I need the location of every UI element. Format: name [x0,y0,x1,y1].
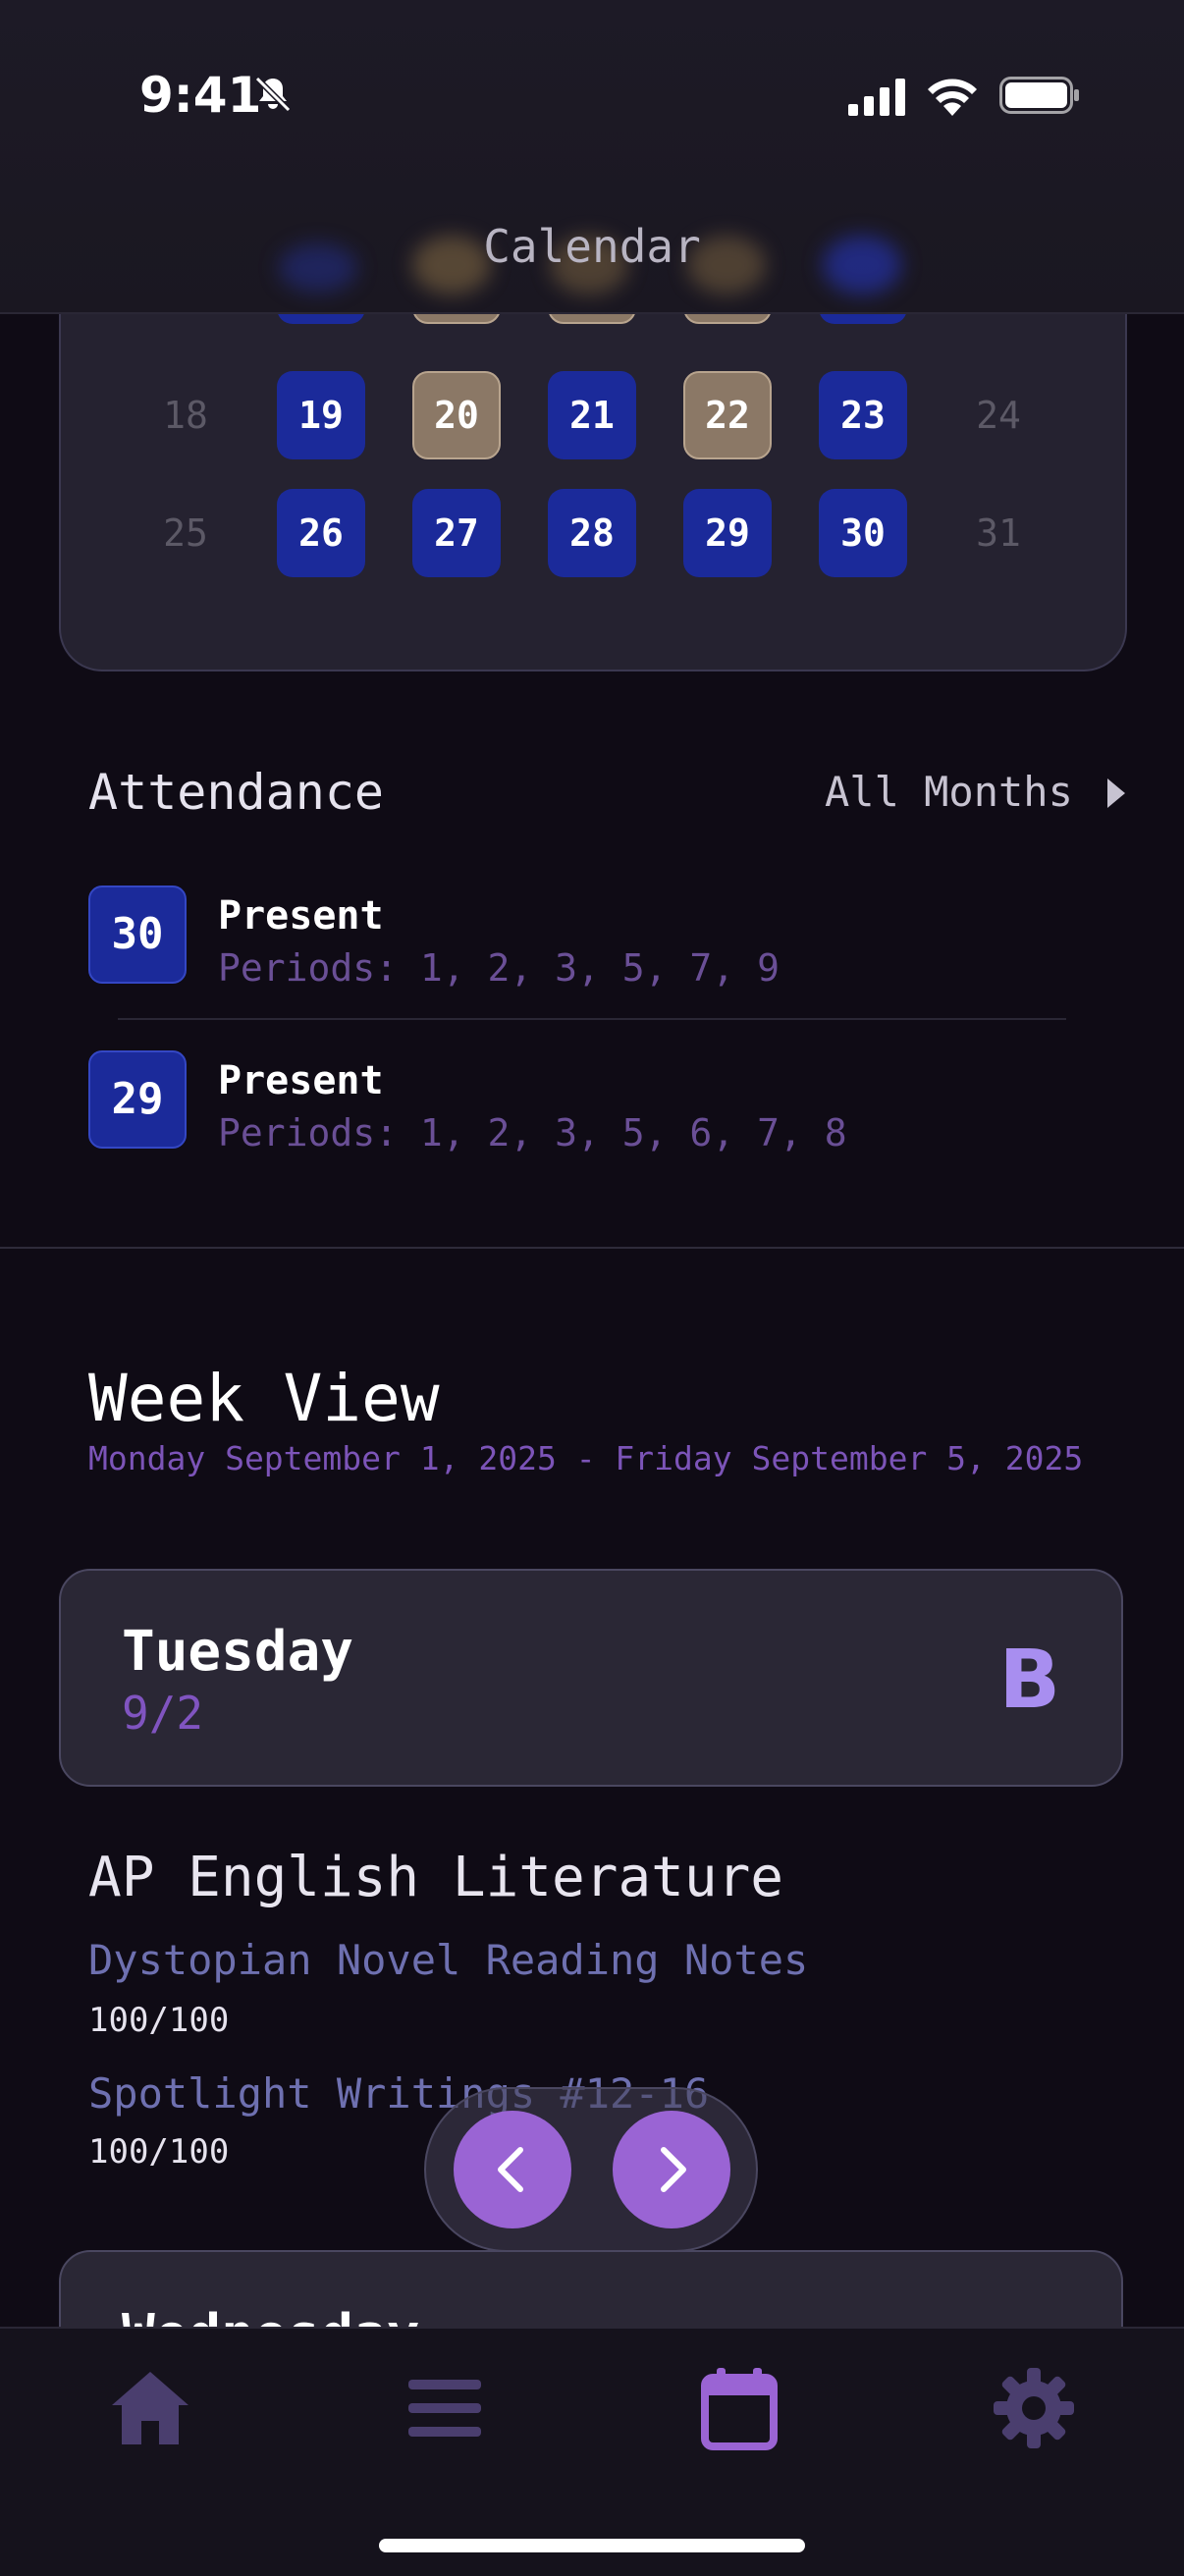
calendar-day[interactable]: 18 [141,371,230,459]
page-title: Calendar [483,220,701,273]
attendance-status: Present [218,893,384,939]
previous-week-button[interactable] [454,2111,571,2228]
week-range: Monday September 1, 2025 - Friday Septem… [88,1439,1084,1477]
calendar-day[interactable]: 22 [683,371,772,459]
assignment-score: 100/100 [88,2132,230,2172]
header-bar: 9:41 Calendar [0,0,1184,314]
home-icon[interactable] [106,2364,194,2452]
all-months-link[interactable]: All Months [825,768,1127,816]
battery-icon [999,77,1079,114]
attendance-status: Present [218,1058,384,1103]
attendance-day-badge: 30 [88,886,187,984]
calendar-day[interactable]: 30 [819,489,907,577]
attendance-periods: Periods: 1, 2, 3, 5, 6, 7, 8 [218,1111,847,1154]
wifi-icon [928,79,977,116]
attendance-title: Attendance [88,764,385,821]
calendar-day[interactable]: 31 [954,489,1043,577]
calendar-day[interactable]: 28 [548,489,636,577]
day-card-tuesday[interactable]: Tuesday 9/2 B [59,1569,1123,1787]
assignment-title[interactable]: Dystopian Novel Reading Notes [88,1936,808,1984]
calendar-day[interactable]: 19 [277,371,365,459]
caret-right-icon [1107,778,1126,808]
divider [118,1018,1066,1020]
next-week-button[interactable] [613,2111,730,2228]
week-nav-pill [424,2087,758,2252]
day-letter: B [998,1634,1060,1727]
calendar-day[interactable]: 21 [548,371,636,459]
chevron-left-icon [498,2147,523,2192]
calendar-icon[interactable] [695,2364,783,2452]
calendar-day[interactable]: 23 [819,371,907,459]
assignment-score: 100/100 [88,2001,230,2040]
class-title: AP English Literature [88,1846,784,1909]
list-icon[interactable] [401,2364,489,2452]
attendance-periods: Periods: 1, 2, 3, 5, 7, 9 [218,946,780,990]
section-divider [0,1247,1184,1249]
all-months-label: All Months [825,768,1073,816]
home-indicator [379,2539,805,2552]
calendar-day[interactable]: 24 [954,371,1043,459]
settings-icon[interactable] [990,2364,1078,2452]
day-date: 9/2 [122,1687,204,1740]
chevron-right-icon [661,2147,686,2192]
calendar-day[interactable]: 27 [412,489,501,577]
bell-slash-icon [254,76,292,113]
calendar-day[interactable]: 26 [277,489,365,577]
status-time: 9:41 [139,67,262,124]
signal-icon [848,79,905,116]
attendance-day-badge: 29 [88,1050,187,1149]
day-name: Tuesday [122,1620,354,1684]
calendar-day[interactable]: 25 [141,489,230,577]
calendar-day[interactable]: 29 [683,489,772,577]
calendar-day[interactable]: 20 [412,371,501,459]
week-view-title: Week View [88,1361,440,1436]
